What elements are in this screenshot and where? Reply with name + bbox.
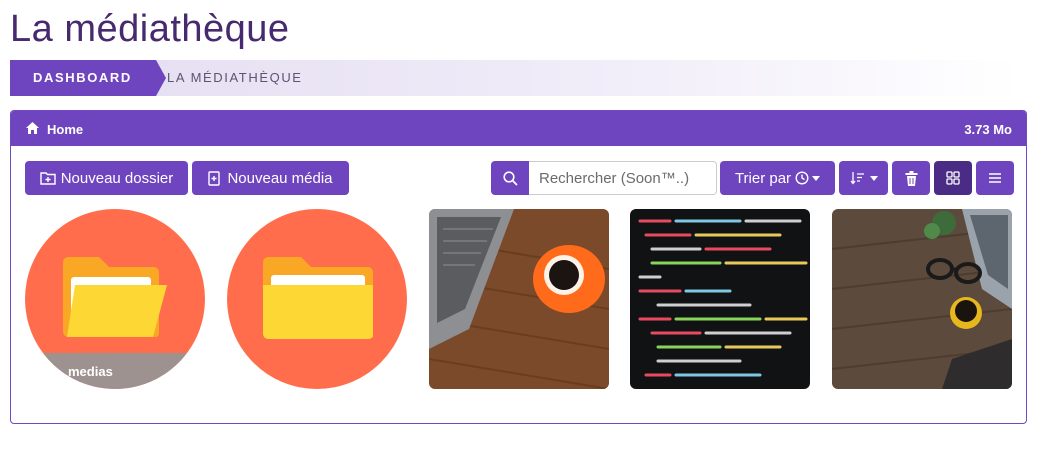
sort-by-label: Trier par (734, 169, 792, 187)
file-plus-icon (208, 170, 221, 186)
new-folder-label: Nouveau dossier (60, 169, 174, 187)
new-media-label: Nouveau média (227, 169, 333, 187)
media-panel: Home 3.73 Mo Nouveau dossier Nouveau méd… (10, 110, 1027, 424)
laptop-coffee-image (429, 209, 609, 389)
chevron-down-icon (812, 175, 821, 181)
folder-tile[interactable]: medias (25, 209, 205, 389)
trash-icon (905, 170, 917, 186)
breadcrumb-dashboard[interactable]: DASHBOARD (10, 60, 166, 96)
chevron-down-icon (869, 175, 878, 181)
panel-header: Home 3.73 Mo (11, 111, 1026, 146)
sort-by-button[interactable]: Trier par (720, 161, 835, 195)
new-folder-button[interactable]: Nouveau dossier (25, 161, 188, 195)
delete-button[interactable] (892, 161, 930, 195)
list-icon (989, 173, 1001, 183)
breadcrumb-current: LA MÉDIATHÈQUE (167, 70, 303, 85)
list-view-button[interactable] (976, 161, 1014, 195)
media-thumbnail[interactable] (630, 209, 810, 389)
sort-order-button[interactable] (839, 161, 888, 195)
folder-icon (63, 257, 167, 337)
folder-caption: medias (25, 353, 205, 389)
media-thumbnail[interactable] (429, 209, 609, 389)
folder-icon (263, 257, 373, 339)
storage-size: 3.73 Mo (964, 122, 1012, 137)
menu-icon[interactable] (38, 366, 58, 376)
search-icon (502, 170, 518, 186)
search-button[interactable] (491, 161, 529, 195)
grid-view-button[interactable] (934, 161, 972, 195)
home-icon (26, 122, 39, 134)
search-input[interactable] (529, 161, 717, 195)
breadcrumb: DASHBOARD LA MÉDIATHÈQUE (10, 60, 1020, 96)
page-title: La médiathèque (10, 8, 290, 50)
folder-plus-icon (40, 172, 56, 185)
folder-name: medias (68, 364, 113, 379)
clock-icon (795, 171, 809, 185)
code-screen-image (630, 209, 810, 389)
media-thumbnail[interactable] (832, 209, 1012, 389)
new-media-button[interactable]: Nouveau média (192, 161, 349, 195)
grid-icon (946, 171, 960, 185)
desk-coffee-image (832, 209, 1012, 389)
current-folder-label[interactable]: Home (47, 122, 83, 137)
folder-tile[interactable] (227, 209, 407, 389)
sort-icon (849, 172, 864, 185)
search-group (491, 161, 717, 195)
